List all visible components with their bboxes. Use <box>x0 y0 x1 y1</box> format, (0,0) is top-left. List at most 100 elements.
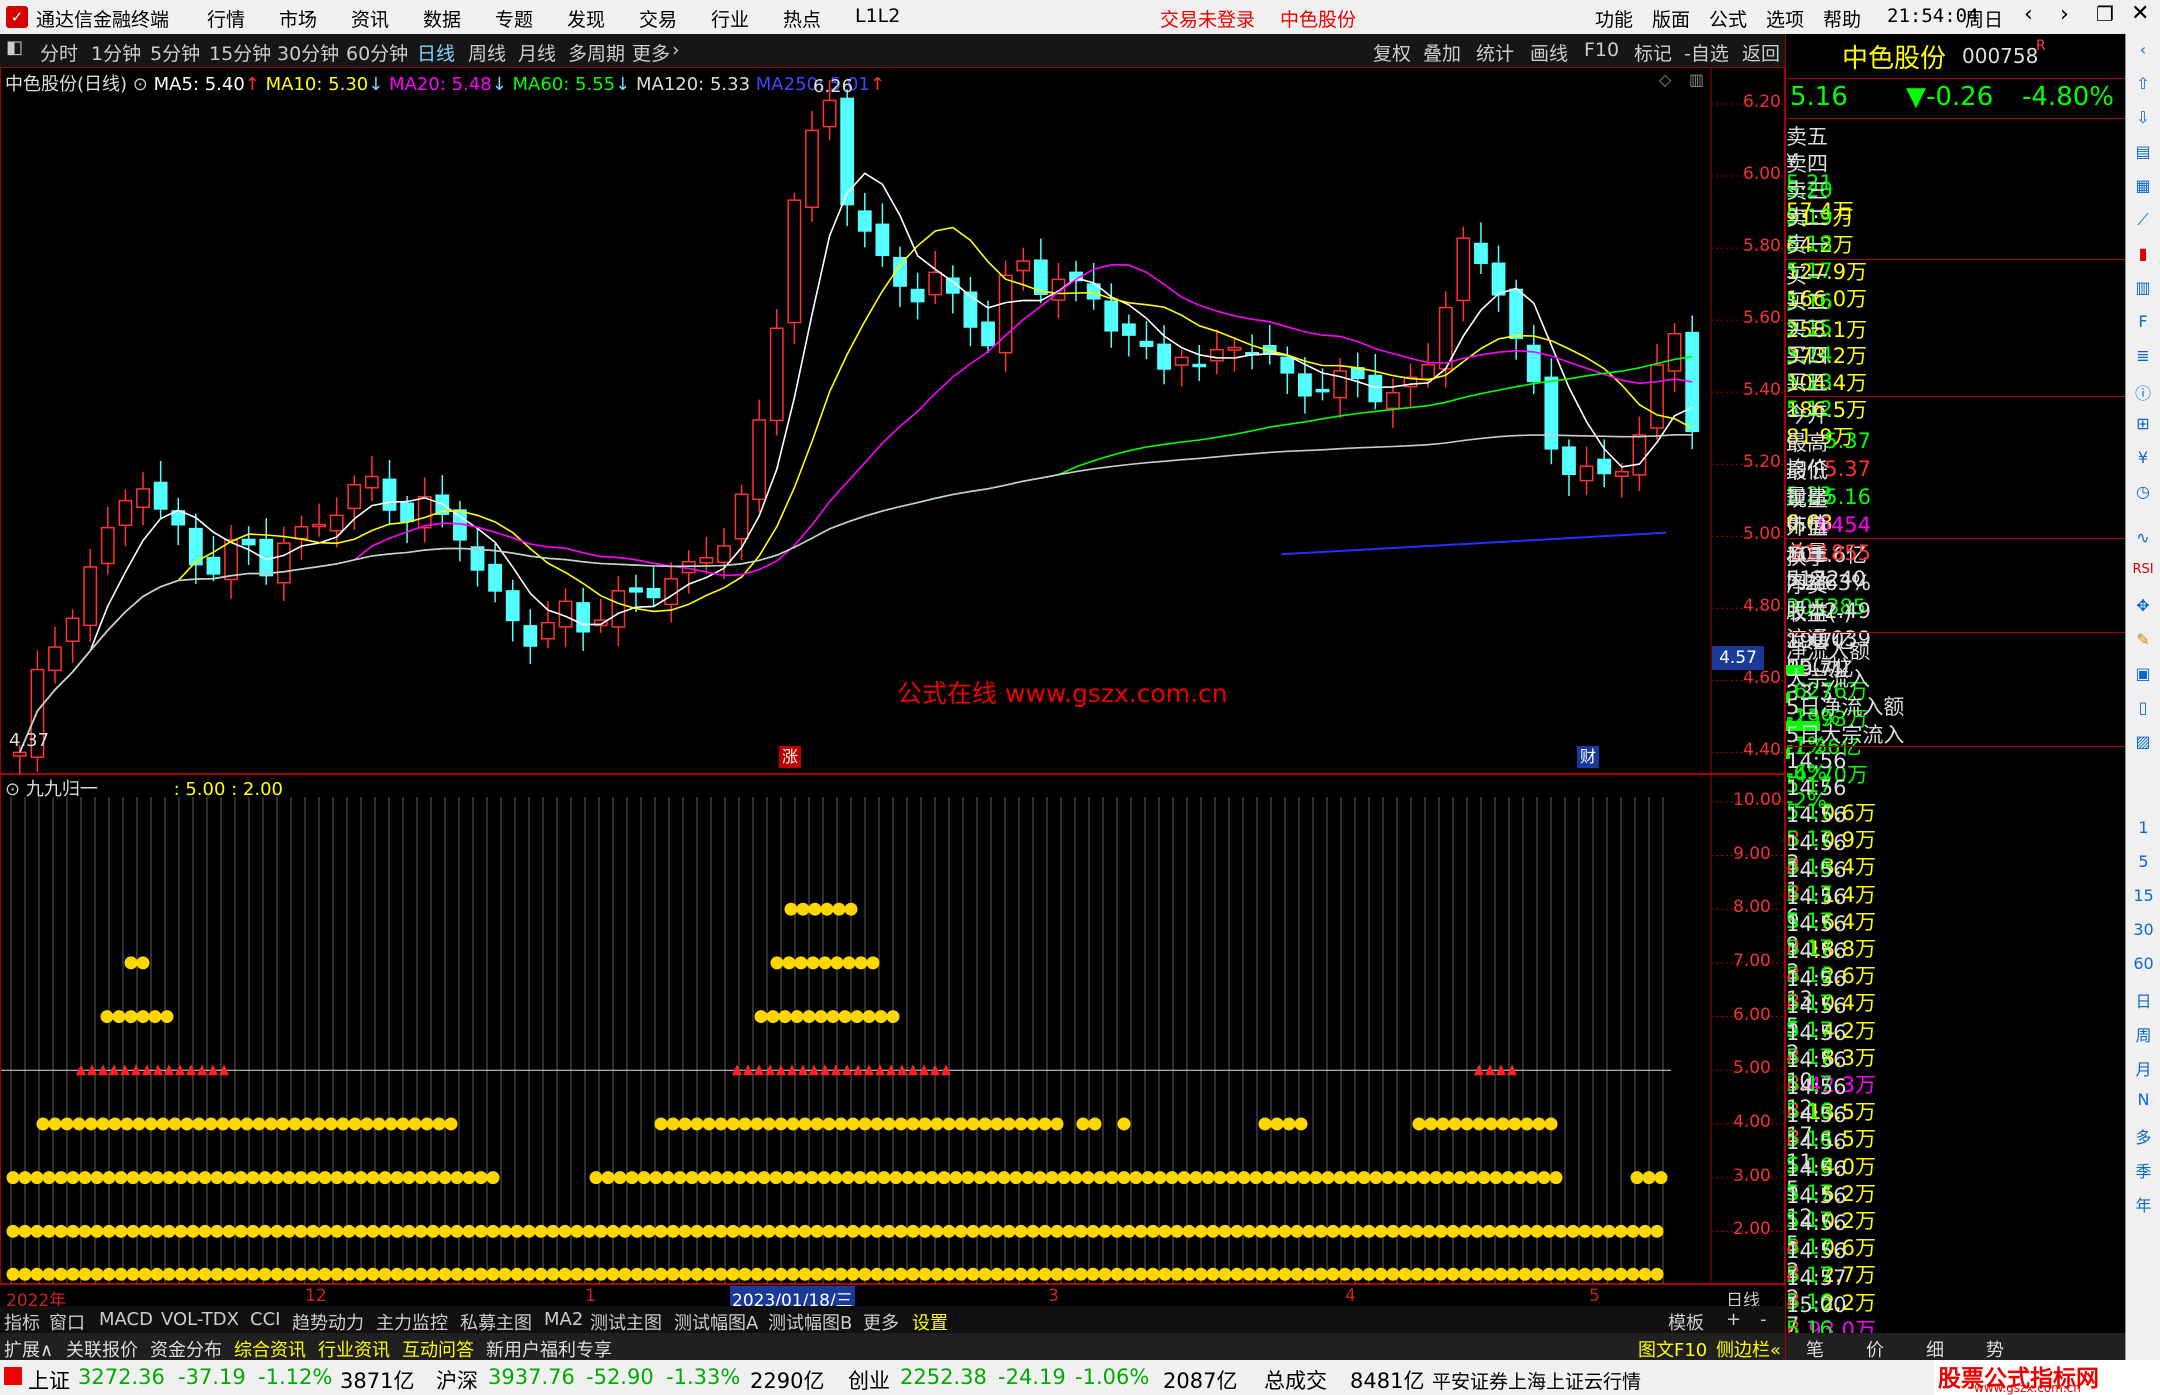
tab-chuangkou[interactable]: 窗口 <box>49 1309 85 1335</box>
cy-name[interactable]: 创业 <box>848 1365 890 1395</box>
arrow-down-icon[interactable]: ⇩ <box>2132 108 2154 130</box>
sell-row[interactable]: 卖一 5.17 166.0万 <box>1786 229 2126 311</box>
tab-bi[interactable]: 笔 <box>1806 1336 1824 1362</box>
ext-hangyezixun[interactable]: 行业资讯 <box>318 1336 390 1362</box>
side-period-2[interactable]: 15 <box>2126 886 2160 905</box>
table-icon[interactable]: ▥ <box>2132 278 2154 300</box>
hs-name[interactable]: 沪深 <box>436 1365 478 1395</box>
settings-circle-icon[interactable]: ⊙ <box>133 74 148 95</box>
info-icon[interactable]: ⓘ <box>2132 380 2154 403</box>
tab-shezhi[interactable]: 设置 <box>912 1309 948 1335</box>
tool-diejia[interactable]: 叠加 <box>1423 39 1461 66</box>
period-15min[interactable]: 15分钟 <box>209 39 271 66</box>
buy-row[interactable]: 买四 5.13 186.5万 <box>1786 340 2126 422</box>
grid-icon[interactable]: ⊞ <box>2132 414 2154 436</box>
data-feed[interactable]: 平安证券上海上证云行情 <box>1432 1367 1641 1394</box>
menu-banmian[interactable]: 版面 <box>1652 5 1690 32</box>
tab-zhibiao[interactable]: 指标 <box>4 1309 40 1335</box>
clock-icon[interactable]: ◷ <box>2132 482 2154 504</box>
side-period-3[interactable]: 30 <box>2126 920 2160 939</box>
menu-shichang[interactable]: 市场 <box>279 5 317 32</box>
template-button[interactable]: 模板 <box>1668 1309 1704 1335</box>
add-window-button[interactable]: + <box>1726 1309 1741 1330</box>
period-5min[interactable]: 5分钟 <box>150 39 200 66</box>
sell-row[interactable]: 卖二 5.18 127.9万 <box>1786 202 2126 284</box>
tab-ceshifutu-a[interactable]: 测试幅图A <box>674 1309 758 1335</box>
doc-icon[interactable]: ▯ <box>2132 698 2154 720</box>
menu-gongshi[interactable]: 公式 <box>1709 5 1747 32</box>
diamond-icon[interactable]: ◇ <box>1659 70 1671 89</box>
panel-icon[interactable]: ▥ <box>1689 70 1704 89</box>
period-weekly[interactable]: 周线 <box>468 39 506 66</box>
tool-f10[interactable]: F10 <box>1584 39 1619 61</box>
tab-macd[interactable]: MACD <box>99 1309 153 1330</box>
trend-icon[interactable]: ⟋ <box>2132 210 2154 232</box>
tuwen-f10-button[interactable]: 图文F10 <box>1638 1336 1707 1362</box>
side-period-1[interactable]: 5 <box>2126 852 2160 871</box>
menu-redian[interactable]: 热点 <box>783 5 821 32</box>
minute-chart-icon[interactable]: ▤ <box>2132 142 2154 164</box>
tab-ceshifutu-b[interactable]: 测试幅图B <box>768 1309 852 1335</box>
window-icon[interactable]: ▣ <box>2132 664 2154 686</box>
menu-zhuanti[interactable]: 专题 <box>495 5 533 32</box>
f10-icon[interactable]: F <box>2132 312 2154 334</box>
period-daily[interactable]: 日线 <box>417 39 455 66</box>
bar-chart-icon[interactable]: ▮ <box>2132 244 2154 266</box>
list-icon[interactable]: ≣ <box>2132 346 2154 368</box>
side-period-5[interactable]: 日 <box>2126 988 2160 1012</box>
menu-xuanxiang[interactable]: 选项 <box>1766 5 1804 32</box>
menu-jiaoyi[interactable]: 交易 <box>639 5 677 32</box>
chevron-right-icon[interactable]: › <box>672 39 680 61</box>
tab-qushidongli[interactable]: 趋势动力 <box>292 1309 364 1335</box>
sell-row[interactable]: 卖五 ¥5.21 57.4万 <box>1786 121 2126 223</box>
tool-biaoji[interactable]: 标记 <box>1634 39 1672 66</box>
period-fenshi[interactable]: 分时 <box>40 39 78 66</box>
buy-row[interactable]: 买一 5.16 258.1万 <box>1786 259 2126 342</box>
indicator-chart[interactable]: ⊙ 九九归一 : 5.00 : 2.00 10.00 9.00 8.00 7.00 6.… <box>0 774 1786 1285</box>
side-period-7[interactable]: 月 <box>2126 1056 2160 1080</box>
tick-list[interactable]: 14:56 5.17 0.6万 B 3 14:56 5.17 0.9万 B 1 14:56 5.17 3… <box>1786 746 2126 1395</box>
menu-hangye[interactable]: 行业 <box>711 5 749 32</box>
cai-marker[interactable]: 财 <box>1577 746 1599 768</box>
period-60min[interactable]: 60分钟 <box>346 39 408 66</box>
side-period-0[interactable]: 1 <box>2126 818 2160 837</box>
ext-expand[interactable]: 扩展∧ <box>4 1336 53 1362</box>
tool-huaxian[interactable]: 画线 <box>1530 39 1568 66</box>
menu-faxian[interactable]: 发现 <box>567 5 605 32</box>
sh-name[interactable]: 上证 <box>28 1365 70 1395</box>
money-icon[interactable]: ¥ <box>2132 448 2154 470</box>
tab-cci[interactable]: CCI <box>250 1309 280 1330</box>
crosshair-icon[interactable]: ✥ <box>2132 596 2154 618</box>
tool-fanhui[interactable]: 返回 <box>1742 39 1780 66</box>
kline-chart[interactable]: 中色股份(日线) ⊙ MA5: 5.40↑ MA10: 5.30↓ MA20: … <box>0 68 1786 774</box>
side-period-10[interactable]: 季 <box>2126 1158 2160 1182</box>
ext-zijinfenbu[interactable]: 资金分布 <box>150 1336 222 1362</box>
period-monthly[interactable]: 月线 <box>518 39 556 66</box>
zhang-marker[interactable]: 涨 <box>779 746 801 768</box>
kline-icon[interactable]: ▦ <box>2132 176 2154 198</box>
sell-row[interactable]: 卖四 5.20 91.9万 <box>1786 148 2126 230</box>
sell-row[interactable]: 卖三 5.19 64.2万 <box>1786 175 2126 257</box>
tab-ma2[interactable]: MA2 <box>544 1309 583 1330</box>
chevron-left-icon[interactable]: ‹ <box>2132 40 2154 62</box>
period-30min[interactable]: 30分钟 <box>277 39 339 66</box>
tab-ceshizhutu[interactable]: 测试主图 <box>590 1309 662 1335</box>
pen-icon[interactable]: ✎ <box>2132 630 2154 652</box>
chart-icon[interactable]: ▨ <box>2132 732 2154 754</box>
tab-vol-tdx[interactable]: VOL-TDX <box>161 1309 239 1330</box>
settings-circle-icon[interactable]: ⊙ <box>5 779 20 800</box>
trade-login-status[interactable]: 交易未登录 <box>1160 5 1255 32</box>
remove-window-button[interactable]: - <box>1760 1309 1767 1330</box>
menu-zixun[interactable]: 资讯 <box>351 5 389 32</box>
period-multi[interactable]: 多周期 <box>568 39 625 66</box>
menu-shuju[interactable]: 数据 <box>423 5 461 32</box>
wave-icon[interactable]: ∿ <box>2132 528 2154 550</box>
menu-l1l2[interactable]: L1L2 <box>855 5 900 27</box>
restore-window-icon[interactable]: ❐ <box>2096 2 2114 26</box>
buy-row[interactable]: 买三 5.14 104.4万 <box>1786 313 2126 395</box>
tool-tongji[interactable]: 统计 <box>1476 39 1514 66</box>
tab-zhulijiankong[interactable]: 主力监控 <box>376 1309 448 1335</box>
ext-zonghezixun[interactable]: 综合资讯 <box>234 1336 306 1362</box>
close-window-icon[interactable]: ✕ <box>2131 1 2149 26</box>
panel-toggle-icon[interactable]: ◧ <box>6 37 23 58</box>
